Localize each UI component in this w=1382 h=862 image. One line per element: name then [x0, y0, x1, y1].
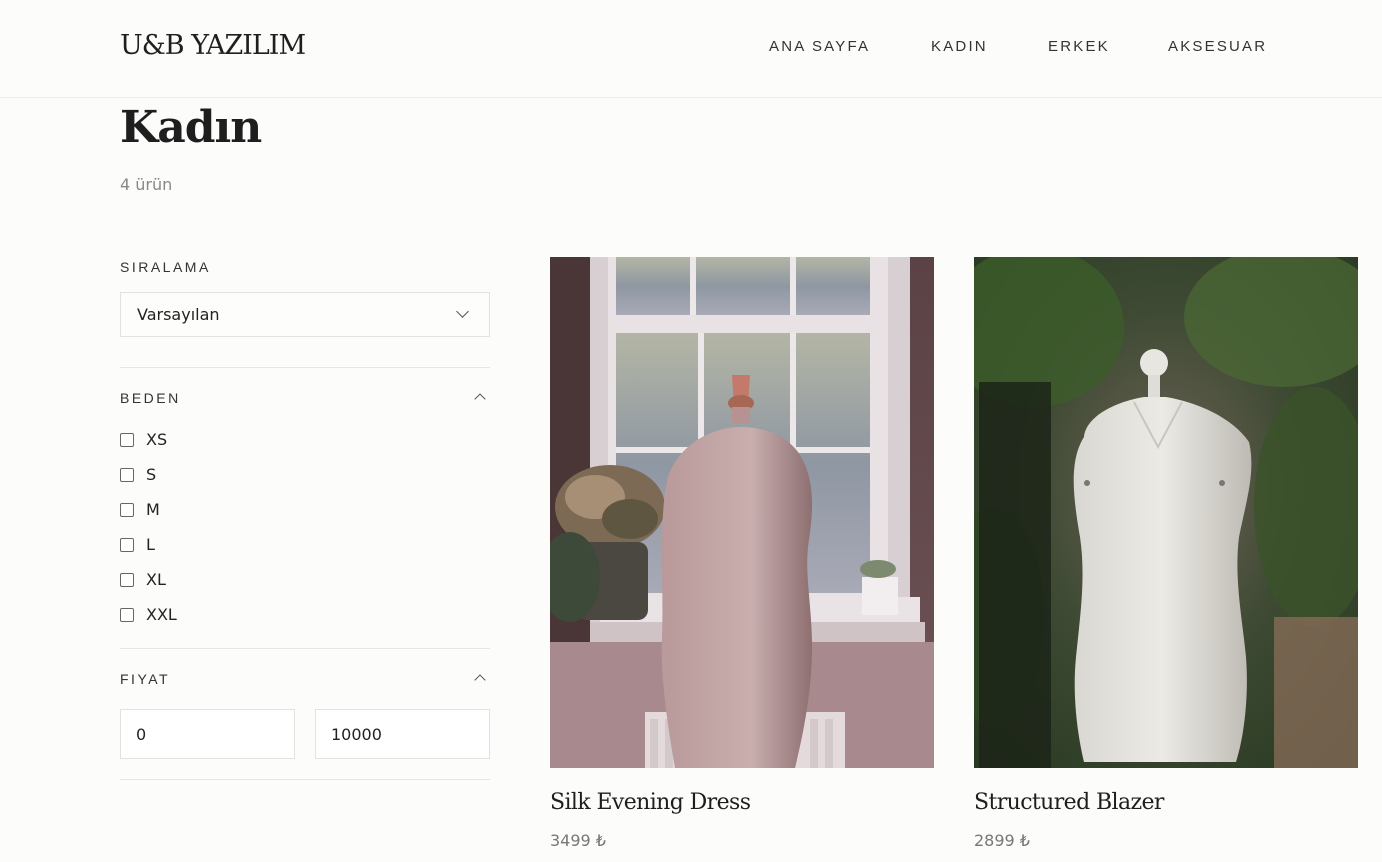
size-option-label: XXL	[146, 605, 177, 624]
size-checkbox-l[interactable]	[120, 538, 134, 552]
size-option-xs[interactable]: XS	[120, 429, 240, 451]
main-nav: ANA SAYFA KADIN ERKEK AKSESUAR	[0, 38, 1382, 58]
chevron-down-icon	[456, 305, 469, 318]
size-option-label: XS	[146, 430, 168, 449]
price-max-input[interactable]	[315, 709, 490, 759]
size-checkbox-xl[interactable]	[120, 573, 134, 587]
price-filter-toggle[interactable]: FIYAT	[120, 671, 490, 691]
size-checkbox-s[interactable]	[120, 468, 134, 482]
size-option-xxl[interactable]: XXL	[120, 604, 240, 626]
divider	[120, 367, 490, 368]
divider	[120, 779, 490, 780]
chevron-up-icon	[474, 393, 486, 405]
size-option-label: XL	[146, 570, 166, 589]
size-option-s[interactable]: S	[120, 464, 240, 486]
product-image[interactable]	[550, 257, 934, 768]
chevron-up-icon	[474, 674, 486, 686]
size-option-label: S	[146, 465, 157, 484]
nav-link-women[interactable]: KADIN	[931, 38, 988, 55]
nav-link-accessories[interactable]: AKSESUAR	[1168, 38, 1267, 55]
mannequin-green-photo	[974, 257, 1358, 768]
nav-link-men[interactable]: ERKEK	[1048, 38, 1110, 55]
nav-link-home[interactable]: ANA SAYFA	[769, 38, 870, 55]
size-checkbox-xs[interactable]	[120, 433, 134, 447]
price-min-input[interactable]	[120, 709, 295, 759]
size-checkbox-m[interactable]	[120, 503, 134, 517]
size-option-m[interactable]: M	[120, 499, 240, 521]
sort-label: SIRALAMA	[120, 259, 211, 275]
mannequin-window-photo	[550, 257, 934, 768]
product-price: 3499 ₺	[550, 831, 606, 850]
size-filter-label: BEDEN	[120, 390, 181, 406]
size-option-xl[interactable]: XL	[120, 569, 240, 591]
site-header: U&B YAZILIM ANA SAYFA KADIN ERKEK AKSESU…	[0, 0, 1382, 98]
size-option-l[interactable]: L	[120, 534, 240, 556]
price-filter-label: FIYAT	[120, 671, 171, 687]
product-name[interactable]: Structured Blazer	[974, 790, 1164, 815]
size-filter-toggle[interactable]: BEDEN	[120, 390, 490, 410]
size-checkbox-xxl[interactable]	[120, 608, 134, 622]
sort-selected-value: Varsayılan	[137, 305, 220, 324]
product-image[interactable]	[974, 257, 1358, 768]
size-option-label: M	[146, 500, 160, 519]
product-price: 2899 ₺	[974, 831, 1030, 850]
product-name[interactable]: Silk Evening Dress	[550, 790, 751, 815]
sort-select[interactable]: Varsayılan	[120, 292, 490, 337]
size-option-label: L	[146, 535, 155, 554]
product-count: 4 ürün	[120, 175, 173, 194]
divider	[120, 648, 490, 649]
page-title: Kadın	[120, 102, 262, 153]
